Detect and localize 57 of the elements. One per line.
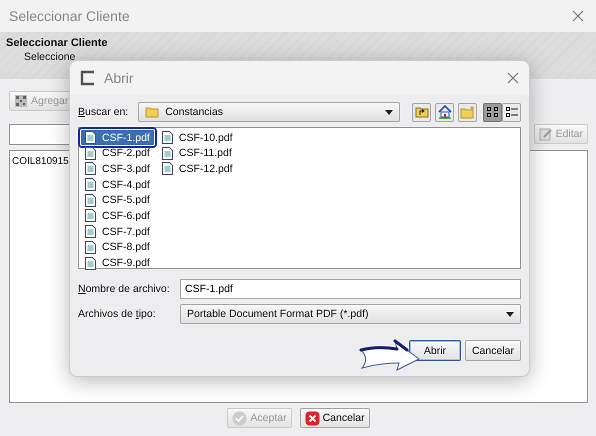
document-icon (85, 194, 96, 207)
folder-up-icon (414, 106, 428, 118)
file-item[interactable]: CSF-4.pdf (81, 177, 154, 192)
dialog-title: Abrir (104, 70, 135, 86)
file-item[interactable]: CSF-10.pdf (158, 130, 237, 145)
file-item[interactable]: CSF-11.pdf (158, 146, 237, 161)
close-icon[interactable] (572, 10, 584, 22)
home-icon (438, 105, 452, 119)
document-icon (85, 146, 96, 160)
window-title: Seleccionar Cliente (9, 8, 130, 24)
grid-icon (486, 105, 500, 119)
annotation-arrow (359, 338, 421, 372)
header-subtitle: Seleccione (24, 51, 76, 63)
file-item[interactable]: CSF-9.pdf (81, 256, 154, 270)
file-name-label: Nombre de archivo: (78, 283, 171, 295)
document-icon (85, 131, 96, 144)
cancel-button[interactable]: Cancelar (464, 340, 521, 361)
file-type-label: Archivos de tipo: (78, 308, 157, 320)
close-icon[interactable] (507, 72, 519, 84)
document-icon (85, 225, 96, 238)
look-in-dropdown[interactable]: Constancias (138, 102, 400, 122)
edit-icon (538, 127, 553, 141)
details-icon (504, 105, 518, 119)
look-in-label: Buscar en: (78, 106, 130, 118)
header-title: Seleccionar Cliente (6, 37, 108, 50)
file-item[interactable]: CSF-8.pdf (81, 240, 154, 255)
file-name-field[interactable]: CSF-1.pdf (180, 279, 521, 299)
document-icon (85, 240, 96, 254)
file-item[interactable]: CSF-3.pdf (81, 161, 154, 176)
file-item[interactable]: CSF-1.pdf (81, 130, 154, 145)
check-icon (232, 410, 248, 426)
client-item[interactable]: COIL810915 (12, 156, 69, 167)
document-icon (85, 162, 96, 176)
document-icon (162, 162, 173, 176)
file-item[interactable]: CSF-6.pdf (81, 208, 154, 224)
open-button[interactable]: Abrir (408, 340, 461, 361)
up-folder-button[interactable] (412, 102, 431, 122)
file-item[interactable]: CSF-12.pdf (158, 161, 237, 176)
cancel-icon (304, 410, 320, 426)
cancel-button[interactable]: Cancelar (300, 408, 370, 428)
barcode-grid-icon (14, 94, 28, 108)
document-icon (85, 178, 96, 192)
home-button[interactable] (435, 102, 454, 122)
new-folder-icon (460, 106, 475, 118)
file-item[interactable]: CSF-7.pdf (81, 224, 154, 240)
file-type-dropdown[interactable]: Portable Document Format PDF (*.pdf) (180, 304, 521, 324)
list-view-button[interactable] (483, 102, 502, 122)
document-icon (85, 209, 96, 222)
details-view-button[interactable] (502, 102, 521, 122)
document-icon (162, 131, 173, 144)
caret-icon (385, 110, 393, 114)
caret-icon (506, 312, 514, 316)
file-item[interactable]: CSF-5.pdf (81, 192, 154, 208)
file-item[interactable]: CSF-2.pdf (81, 146, 154, 161)
app-icon (80, 70, 96, 86)
folder-icon (145, 106, 160, 118)
document-icon (162, 146, 173, 160)
